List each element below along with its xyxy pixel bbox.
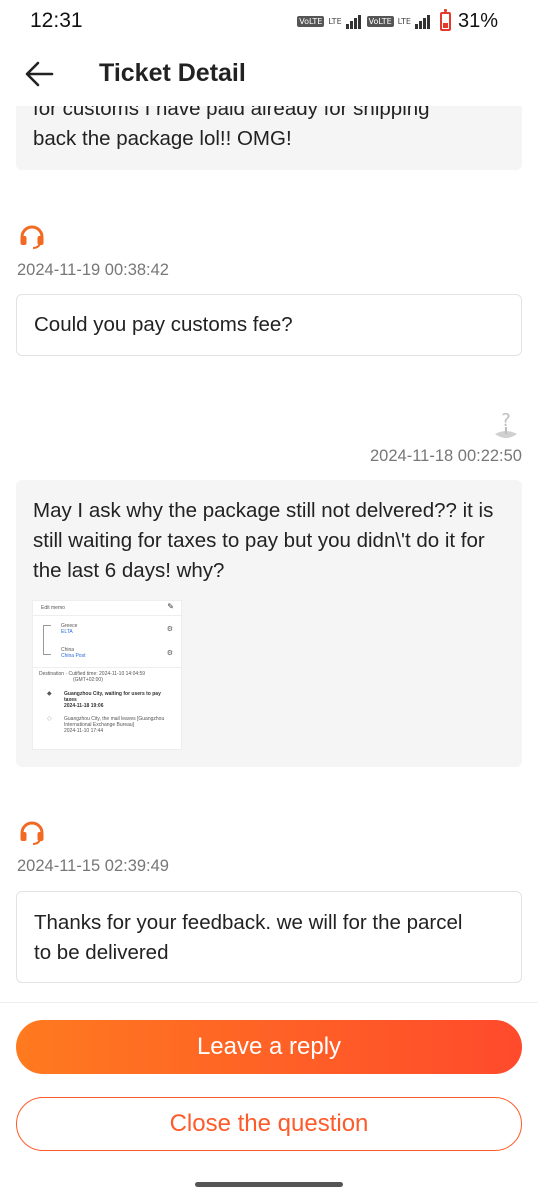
message-text: May I ask why the package still not delv… bbox=[33, 499, 494, 582]
timezone-label: (GMT+02:00) bbox=[73, 677, 103, 683]
event-title: Guangzhou City, waiting for users to pay… bbox=[64, 691, 161, 703]
close-question-button[interactable]: Close the question bbox=[16, 1097, 522, 1151]
event-time: 2024-11-10 17:44 bbox=[64, 728, 104, 734]
lte-label: LTE bbox=[328, 17, 342, 26]
status-time: 12:31 bbox=[30, 9, 83, 32]
headset-icon bbox=[20, 225, 44, 249]
arrow-left-icon bbox=[25, 61, 54, 87]
settings-icon: ⚙ bbox=[166, 650, 173, 657]
action-bar: Leave a reply Close the question bbox=[0, 1002, 538, 1200]
volte-badge-2: VoLTE bbox=[366, 16, 394, 27]
lte-label-2: LTE bbox=[397, 17, 411, 26]
message-timestamp: 2024-11-15 02:39:49 bbox=[17, 857, 169, 875]
attachment-image[interactable]: Edit memo ✎ Greece ELTA ⚙ China China Po… bbox=[32, 600, 182, 750]
status-indicators: VoLTE LTE VoLTE LTE 31% bbox=[297, 9, 498, 33]
origin-carrier: ELTA bbox=[61, 629, 73, 635]
event-time: 2024-11-18 19:06 bbox=[64, 703, 104, 709]
app-header: Ticket Detail bbox=[0, 44, 538, 106]
page-title: Ticket Detail bbox=[99, 59, 246, 87]
message-text: Thanks for your feedback. we will for th… bbox=[34, 911, 463, 964]
attachment-edit-label: Edit memo bbox=[41, 605, 65, 611]
message-text: Could you pay customs fee? bbox=[34, 313, 293, 336]
signal-icon bbox=[345, 14, 361, 29]
agent-message-bubble: Thanks for your feedback. we will for th… bbox=[16, 891, 522, 983]
home-indicator[interactable] bbox=[195, 1182, 343, 1187]
agent-message-bubble: Could you pay customs fee? bbox=[16, 294, 522, 356]
battery-percent: 31% bbox=[457, 10, 498, 32]
back-button[interactable] bbox=[22, 56, 58, 92]
user-avatar-icon: ? bbox=[495, 410, 517, 438]
conversation-list[interactable]: for customs I have paid already for ship… bbox=[0, 106, 538, 1002]
message-text-clipped: for customs I have paid already for ship… bbox=[33, 106, 430, 120]
settings-icon: ⚙ bbox=[166, 626, 173, 633]
message-timestamp: 2024-11-19 00:38:42 bbox=[17, 261, 169, 279]
destination-line: Destination · Cutified time: 2024-11-10 … bbox=[39, 671, 146, 677]
message-text: back the package lol!! OMG! bbox=[33, 127, 292, 150]
dest-carrier: China Post bbox=[61, 653, 86, 659]
pencil-icon: ✎ bbox=[167, 602, 174, 611]
headset-icon bbox=[20, 821, 44, 845]
event-title: Guangzhou City, the mail leaves [Guangzh… bbox=[64, 716, 165, 728]
user-message-bubble: for customs I have paid already for ship… bbox=[16, 106, 522, 170]
battery-icon bbox=[439, 9, 451, 31]
signal-icon-2 bbox=[414, 14, 430, 29]
leave-reply-button[interactable]: Leave a reply bbox=[16, 1020, 522, 1074]
volte-badge: VoLTE bbox=[297, 16, 325, 27]
status-bar: 12:31 VoLTE LTE VoLTE LTE 31% bbox=[0, 0, 538, 40]
message-timestamp: 2024-11-18 00:22:50 bbox=[370, 447, 522, 465]
